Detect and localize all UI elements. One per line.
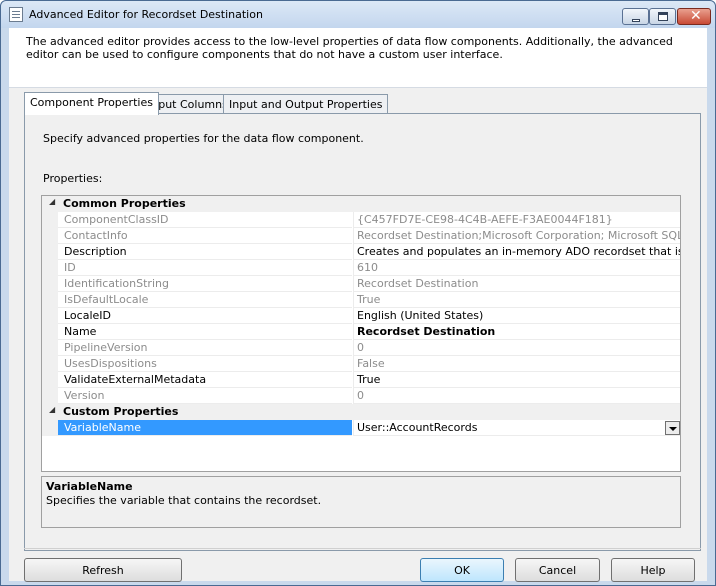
intro-area: The advanced editor provides access to t… <box>9 28 707 88</box>
property-description-box: VariableName Specifies the variable that… <box>41 476 681 528</box>
property-name: Name <box>58 324 352 340</box>
maximize-icon <box>658 12 668 21</box>
property-row-contactinfo[interactable]: ContactInfo Recordset Destination;Micros… <box>42 228 680 244</box>
close-icon: ✕ <box>690 8 702 24</box>
tab-input-output-properties[interactable]: Input and Output Properties <box>223 94 389 113</box>
property-row-isdefaultlocale[interactable]: IsDefaultLocale True <box>42 292 680 308</box>
property-value: False <box>353 356 680 372</box>
tab-component-properties[interactable]: Component Properties <box>24 92 159 115</box>
property-name: ID <box>58 260 352 276</box>
collapse-icon[interactable]: ◢ <box>49 197 55 206</box>
minimize-icon <box>632 19 640 22</box>
close-button[interactable]: ✕ <box>677 8 711 25</box>
property-name: Description <box>58 244 352 260</box>
property-name: LocaleID <box>58 308 352 324</box>
property-value-dropdown[interactable]: User::AccountRecords <box>353 420 680 436</box>
maximize-button[interactable] <box>649 8 676 25</box>
footer-divider <box>24 548 701 549</box>
help-button[interactable]: Help <box>611 558 695 582</box>
property-value[interactable]: True <box>353 372 680 388</box>
dialog-body: The advanced editor provides access to t… <box>9 28 707 582</box>
property-value: True <box>353 292 680 308</box>
ok-button[interactable]: OK <box>420 558 504 582</box>
property-name: ContactInfo <box>58 228 352 244</box>
property-row-componentclassid[interactable]: ComponentClassID {C457FD7E-CE98-4C4B-AEF… <box>42 212 680 228</box>
property-row-identificationstring[interactable]: IdentificationString Recordset Destinati… <box>42 276 680 292</box>
property-value: Recordset Destination <box>353 276 680 292</box>
property-value[interactable]: English (United States) <box>353 308 680 324</box>
help-title: VariableName <box>46 480 133 493</box>
property-grid: ◢ Common Properties ComponentClassID {C4… <box>41 195 681 472</box>
property-name: UsesDispositions <box>58 356 352 372</box>
intro-text: The advanced editor provides access to t… <box>26 35 673 61</box>
dropdown-arrow-icon[interactable] <box>665 421 680 435</box>
title-bar[interactable]: Advanced Editor for Recordset Destinatio… <box>1 1 715 28</box>
panel-help-text: Specify advanced properties for the data… <box>43 132 364 145</box>
property-row-version[interactable]: Version 0 <box>42 388 680 404</box>
property-row-name[interactable]: Name Recordset Destination <box>42 324 680 340</box>
property-row-validateexternalmetadata[interactable]: ValidateExternalMetadata True <box>42 372 680 388</box>
cancel-button[interactable]: Cancel <box>515 558 600 582</box>
window-title: Advanced Editor for Recordset Destinatio… <box>29 8 263 21</box>
property-row-pipelineversion[interactable]: PipelineVersion 0 <box>42 340 680 356</box>
property-value: 610 <box>353 260 680 276</box>
property-name: ComponentClassID <box>58 212 352 228</box>
property-row-description[interactable]: Description Creates and populates an in-… <box>42 244 680 260</box>
refresh-button[interactable]: Refresh <box>24 558 182 582</box>
property-name: Version <box>58 388 352 404</box>
property-value: 0 <box>353 340 680 356</box>
property-value: Recordset Destination;Microsoft Corporat… <box>353 228 680 244</box>
properties-label: Properties: <box>43 172 103 185</box>
minimize-button[interactable] <box>622 8 649 25</box>
collapse-icon[interactable]: ◢ <box>49 405 55 414</box>
property-name: ValidateExternalMetadata <box>58 372 352 388</box>
property-value[interactable]: Creates and populates an in-memory ADO r… <box>353 244 680 260</box>
category-custom-properties[interactable]: ◢ Custom Properties <box>42 404 680 420</box>
property-row-id[interactable]: ID 610 <box>42 260 680 276</box>
tab-panel: Specify advanced properties for the data… <box>24 113 701 551</box>
help-text: Specifies the variable that contains the… <box>46 494 322 507</box>
property-name: IsDefaultLocale <box>58 292 352 308</box>
property-row-localeid[interactable]: LocaleID English (United States) <box>42 308 680 324</box>
property-value[interactable]: Recordset Destination <box>353 324 680 340</box>
property-name: PipelineVersion <box>58 340 352 356</box>
property-value: User::AccountRecords <box>357 421 478 434</box>
property-value: {C457FD7E-CE98-4C4B-AEFE-F3AE0044F181} <box>353 212 680 228</box>
window-app-icon <box>9 7 23 22</box>
property-value: 0 <box>353 388 680 404</box>
dialog-window: Advanced Editor for Recordset Destinatio… <box>0 0 716 586</box>
property-name: IdentificationString <box>58 276 352 292</box>
property-row-usesdispositions[interactable]: UsesDispositions False <box>42 356 680 372</box>
property-name: VariableName <box>58 420 352 436</box>
property-row-variablename[interactable]: VariableName User::AccountRecords <box>42 420 680 436</box>
category-common-properties[interactable]: ◢ Common Properties <box>42 196 680 212</box>
